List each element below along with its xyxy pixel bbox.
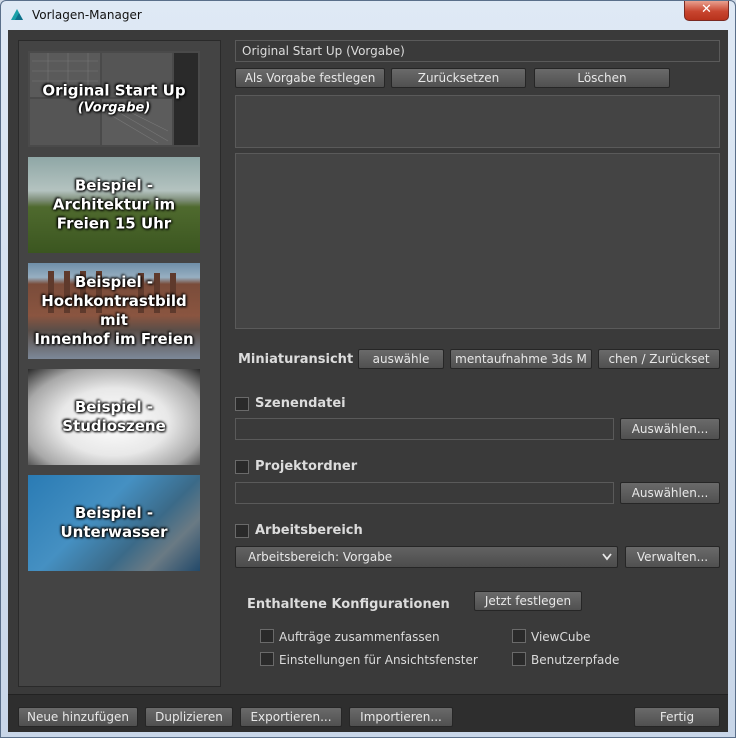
template-item-label: Beispiel - Studioszene bbox=[28, 398, 200, 436]
scene-file-browse-button[interactable]: Auswählen... bbox=[620, 418, 720, 440]
set-default-button[interactable]: Als Vorgabe festlegen bbox=[235, 68, 385, 88]
workspace-manage-button[interactable]: Verwalten... bbox=[625, 546, 720, 568]
template-name-input[interactable]: Original Start Up (Vorgabe) bbox=[235, 40, 720, 62]
workspace-checkbox[interactable] bbox=[235, 524, 249, 538]
template-item-high-contrast[interactable]: Beispiel - Hochkontrastbild mit Innenhof… bbox=[28, 263, 200, 359]
viewcube-label: ViewCube bbox=[531, 630, 591, 644]
template-title-line2: Unterwasser bbox=[60, 523, 168, 541]
template-title: Beispiel - bbox=[74, 176, 154, 195]
template-title-line2: Hochkontrastbild mit bbox=[41, 292, 187, 329]
thumbnail-select-button[interactable]: auswähle bbox=[358, 349, 444, 369]
description-area[interactable] bbox=[235, 95, 720, 148]
scene-file-input[interactable] bbox=[235, 418, 614, 440]
thumbnail-capture-button[interactable]: mentaufnahme 3ds M bbox=[450, 349, 592, 369]
template-subtitle: (Vorgabe) bbox=[77, 100, 151, 116]
template-item-label: Beispiel - Architektur im Freien 15 Uhr bbox=[28, 177, 200, 234]
viewport-settings-checkbox[interactable] bbox=[260, 652, 274, 666]
reset-button[interactable]: Zurücksetzen bbox=[391, 68, 526, 88]
thumbnail-label: Miniaturansicht bbox=[238, 352, 354, 367]
template-item-original[interactable]: Original Start Up (Vorgabe) bbox=[28, 51, 200, 147]
viewport-settings-label: Einstellungen für Ansichtsfenster bbox=[279, 653, 478, 667]
client-area: Original Start Up (Vorgabe) Beispiel - A… bbox=[8, 30, 728, 732]
title-bar: Vorlagen-Manager ✕ bbox=[1, 1, 735, 29]
project-folder-input[interactable] bbox=[235, 482, 614, 504]
thumbnail-preview bbox=[235, 153, 720, 329]
workspace-label: Arbeitsbereich bbox=[255, 523, 363, 538]
window-title: Vorlagen-Manager bbox=[32, 8, 142, 22]
project-folder-browse-button[interactable]: Auswählen... bbox=[620, 482, 720, 504]
viewcube-checkbox[interactable] bbox=[512, 629, 526, 643]
app-icon bbox=[11, 9, 23, 20]
template-item-architecture[interactable]: Beispiel - Architektur im Freien 15 Uhr bbox=[28, 157, 200, 253]
chevron-down-icon bbox=[602, 553, 612, 561]
close-icon[interactable]: ✕ bbox=[701, 2, 712, 17]
workspace-dropdown[interactable]: Arbeitsbereich: Vorgabe bbox=[235, 546, 618, 568]
template-title: Beispiel - bbox=[74, 398, 154, 416]
done-button[interactable]: Fertig bbox=[634, 707, 720, 727]
project-folder-checkbox[interactable] bbox=[235, 460, 249, 474]
configurations-heading: Enthaltene Konfigurationen bbox=[247, 597, 450, 612]
template-item-label: Beispiel - Hochkontrastbild mit Innenhof… bbox=[28, 273, 200, 349]
template-title-line2: Architektur im bbox=[52, 195, 176, 214]
close-button[interactable]: ✕ bbox=[684, 1, 729, 21]
template-title: Original Start Up bbox=[42, 81, 186, 100]
template-title: Beispiel - bbox=[74, 273, 154, 291]
template-item-label: Original Start Up (Vorgabe) bbox=[28, 82, 200, 117]
user-paths-checkbox[interactable] bbox=[512, 652, 526, 666]
template-title: Beispiel - bbox=[74, 504, 154, 522]
template-title-line3: Innenhof im Freien bbox=[34, 330, 194, 348]
workspace-selected-value: Arbeitsbereich: Vorgabe bbox=[248, 550, 393, 564]
aggregate-jobs-checkbox[interactable] bbox=[260, 629, 274, 643]
thumbnail-reset-button[interactable]: chen / Zurückset bbox=[598, 349, 720, 369]
bottom-toolbar: Neue hinzufügen Duplizieren Exportieren.… bbox=[8, 694, 728, 732]
template-title-line2: Studioszene bbox=[62, 417, 166, 435]
duplicate-button[interactable]: Duplizieren bbox=[145, 707, 233, 727]
delete-button[interactable]: Löschen bbox=[534, 68, 670, 88]
template-title-line3: Freien 15 Uhr bbox=[56, 214, 172, 233]
set-now-button[interactable]: Jetzt festlegen bbox=[474, 591, 582, 611]
project-folder-label: Projektordner bbox=[255, 459, 358, 474]
import-button[interactable]: Importieren... bbox=[349, 707, 453, 727]
template-item-label: Beispiel - Unterwasser bbox=[28, 504, 200, 542]
template-manager-window: Vorlagen-Manager ✕ Original Start Up (Vo… bbox=[0, 0, 736, 738]
user-paths-label: Benutzerpfade bbox=[531, 653, 620, 667]
aggregate-jobs-label: Aufträge zusammenfassen bbox=[279, 630, 440, 644]
scene-file-checkbox[interactable] bbox=[235, 397, 249, 411]
scene-file-label: Szenendatei bbox=[255, 396, 346, 411]
template-item-studio[interactable]: Beispiel - Studioszene bbox=[28, 369, 200, 465]
template-list[interactable]: Original Start Up (Vorgabe) Beispiel - A… bbox=[18, 40, 221, 687]
template-item-underwater[interactable]: Beispiel - Unterwasser bbox=[28, 475, 200, 571]
export-button[interactable]: Exportieren... bbox=[240, 707, 342, 727]
add-new-button[interactable]: Neue hinzufügen bbox=[18, 707, 138, 727]
